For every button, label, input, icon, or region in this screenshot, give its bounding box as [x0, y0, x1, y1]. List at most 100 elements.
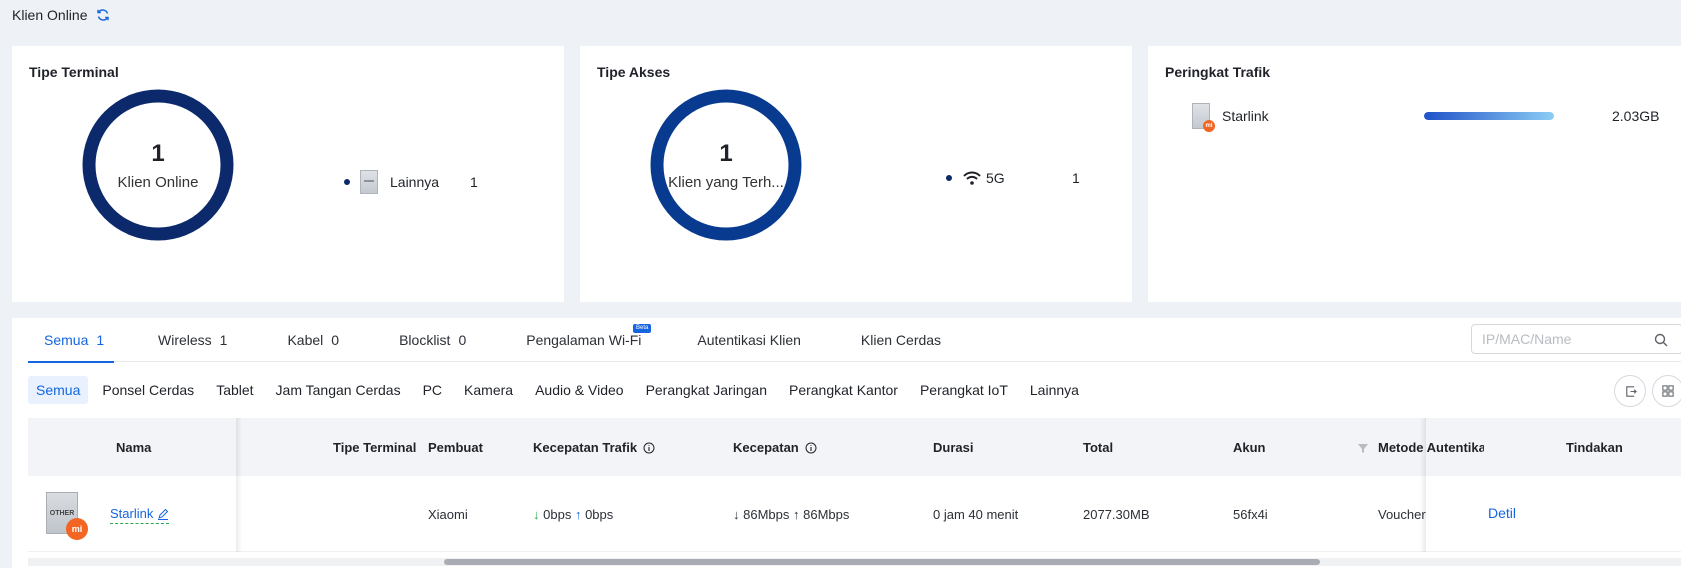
rank-device-name: Starlink — [1222, 108, 1269, 124]
filter-tablet[interactable]: Tablet — [208, 376, 261, 404]
tab-label: Kabel — [287, 332, 324, 348]
legend-count: 1 — [1072, 170, 1080, 186]
tab-smart-clients[interactable]: Klien Cerdas — [845, 318, 957, 362]
page-title: Klien Online — [12, 7, 88, 23]
search-icon[interactable] — [1654, 333, 1668, 347]
wifi-icon — [962, 170, 982, 186]
terminal-donut-chart: 1 Klien Online — [77, 84, 239, 246]
client-name-link[interactable]: Starlink — [110, 506, 170, 524]
grid-icon — [1662, 385, 1674, 397]
upload-arrow-icon: ↑ — [574, 507, 582, 522]
donut-label: Klien yang Terh... — [668, 173, 784, 191]
filter-other[interactable]: Lainnya — [1022, 376, 1087, 404]
legend-dot — [344, 179, 350, 185]
tab-label: Blocklist — [399, 332, 451, 348]
tab-semua[interactable]: Semua 1 — [28, 318, 114, 363]
filter-office-device[interactable]: Perangkat Kantor — [781, 376, 906, 404]
col-label: Akun — [1233, 440, 1266, 455]
col-terminal-type[interactable]: Tipe Terminal — [333, 440, 416, 455]
xiaomi-badge-icon: mi — [66, 518, 88, 540]
col-name[interactable]: Nama — [116, 440, 151, 455]
detail-link[interactable]: Detil — [1488, 505, 1516, 521]
legend-label: Lainnya — [390, 174, 440, 190]
filter-audio-video[interactable]: Audio & Video — [527, 376, 631, 404]
table-row: OTHER mi Starlink Xiaomi ↓ 0bps ↑ 0bps ↓… — [28, 476, 1681, 552]
download-arrow-icon: ↓ — [533, 507, 540, 522]
tab-count: 1 — [219, 332, 228, 348]
legend-dot — [946, 175, 952, 181]
tab-count: 1 — [96, 332, 105, 348]
upload-arrow-icon: ↑ — [793, 507, 800, 522]
terminal-type-card: Tipe Terminal 1 Klien Online Lainnya 1 — [12, 46, 564, 302]
cell-speed: ↓ 86Mbps ↑ 86Mbps — [733, 507, 849, 522]
traffic-up: 0bps — [585, 507, 614, 522]
col-duration[interactable]: Durasi — [933, 440, 973, 455]
traffic-down: 0bps — [543, 507, 572, 522]
tab-blocklist[interactable]: Blocklist 0 — [383, 318, 482, 362]
filter-semua[interactable]: Semua — [28, 376, 89, 404]
device-type-filters: Semua Ponsel Cerdas Tablet Jam Tangan Ce… — [28, 376, 1087, 404]
info-icon[interactable] — [643, 442, 655, 454]
search-box — [1471, 324, 1681, 354]
tab-client-auth[interactable]: Autentikasi Klien — [681, 318, 817, 362]
export-button[interactable] — [1614, 375, 1646, 407]
tab-wireless[interactable]: Wireless 1 — [142, 318, 243, 362]
traffic-bar — [1424, 112, 1554, 120]
info-icon[interactable] — [805, 442, 817, 454]
col-traffic-speed[interactable]: Kecepatan Trafik — [533, 440, 655, 455]
client-tabs: Semua 1 Wireless 1 Kabel 0 Blocklist 0 Penga… — [28, 318, 1681, 363]
col-action: Tindakan — [1566, 440, 1623, 455]
column-settings-button[interactable] — [1652, 375, 1681, 407]
col-speed[interactable]: Kecepatan — [733, 440, 817, 455]
tab-count: 0 — [458, 332, 467, 348]
table-header: Nama Tipe Terminal Pembuat Kecepatan Tra… — [28, 418, 1681, 476]
cell-account: 56fx4i — [1233, 507, 1268, 522]
access-type-card: Tipe Akses 1 Klien yang Terh... 5G 1 — [580, 46, 1132, 302]
col-maker[interactable]: Pembuat — [428, 440, 483, 455]
device-icon: mi — [1192, 103, 1215, 132]
cell-maker: Xiaomi — [428, 507, 468, 522]
filter-pc[interactable]: PC — [415, 376, 450, 404]
cell-total: 2077.30MB — [1083, 507, 1150, 522]
donut-value: 1 — [151, 139, 165, 167]
search-input[interactable] — [1482, 331, 1642, 347]
horizontal-scrollbar[interactable] — [28, 558, 1681, 566]
client-name: Starlink — [110, 506, 154, 521]
filter-smartphone[interactable]: Ponsel Cerdas — [94, 376, 202, 404]
beta-badge: Beta — [633, 324, 652, 333]
tab-label: Autentikasi Klien — [697, 332, 801, 348]
export-icon — [1625, 385, 1637, 397]
scrollbar-thumb[interactable] — [444, 559, 1320, 565]
cell-auth-method: Voucher — [1378, 507, 1426, 522]
access-legend-item: 5G 1 — [946, 170, 1080, 186]
tab-label: Klien Cerdas — [860, 332, 942, 348]
card-title: Tipe Terminal — [29, 64, 119, 80]
cell-traffic-speed: ↓ 0bps ↑ 0bps — [533, 507, 613, 522]
tab-wifi-experience[interactable]: Pengalaman Wi-Fi Beta — [510, 318, 657, 362]
traffic-rank-row[interactable]: mi Starlink 2.03GB — [1192, 102, 1662, 132]
traffic-ranking-card: Peringkat Trafik mi Starlink 2.03GB — [1148, 46, 1681, 302]
edit-icon[interactable] — [157, 508, 169, 520]
tab-label: Semua — [44, 332, 89, 348]
refresh-icon[interactable] — [96, 8, 110, 22]
client-list-panel: Semua 1 Wireless 1 Kabel 0 Blocklist 0 Penga… — [12, 318, 1681, 568]
filter-camera[interactable]: Kamera — [456, 376, 521, 404]
card-title: Tipe Akses — [597, 64, 671, 80]
tab-label: Pengalaman Wi-Fi — [526, 332, 642, 348]
col-auth-method[interactable]: Metode Autentikasi — [1378, 440, 1484, 455]
tab-kabel[interactable]: Kabel 0 — [271, 318, 355, 362]
card-title: Peringkat Trafik — [1165, 64, 1271, 80]
donut-label: Klien Online — [117, 173, 199, 191]
page-header: Klien Online — [12, 7, 110, 23]
access-donut-chart: 1 Klien yang Terh... — [645, 84, 807, 246]
terminal-legend-item: Lainnya 1 — [344, 170, 478, 194]
col-account[interactable]: Akun — [1233, 440, 1369, 455]
filter-smartwatch[interactable]: Jam Tangan Cerdas — [268, 376, 409, 404]
speed-down: 86Mbps — [743, 507, 790, 522]
device-icon — [360, 170, 378, 194]
col-label: Kecepatan — [733, 440, 799, 455]
filter-iot-device[interactable]: Perangkat IoT — [912, 376, 1016, 404]
filter-icon[interactable] — [1357, 442, 1369, 454]
col-total[interactable]: Total — [1083, 440, 1113, 455]
filter-network-device[interactable]: Perangkat Jaringan — [638, 376, 775, 404]
